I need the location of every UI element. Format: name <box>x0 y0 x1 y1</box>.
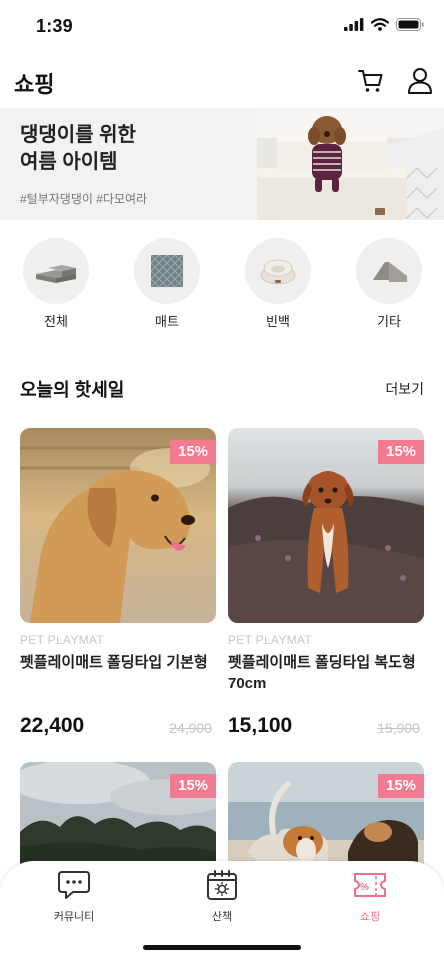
section-title: 오늘의 핫세일 <box>20 380 125 400</box>
bottom-tab-bar: 커뮤니티 산책 % 쇼핑 <box>0 861 444 961</box>
coupon-icon: % <box>354 873 386 897</box>
banner-title: 댕댕이를 위한 여름 아이템 <box>20 122 136 176</box>
banner-tags: #털부자댕댕이 #다모여라 <box>20 192 148 206</box>
promo-banner[interactable]: 댕댕이를 위한 여름 아이템 #털부자댕댕이 #다모여라 <box>0 108 444 220</box>
status-time: 1:39 <box>36 16 73 36</box>
hot-sale-header: 오늘의 핫세일 더보기 <box>0 376 444 402</box>
tab-label: 산책 <box>211 911 233 923</box>
discount-badge: 15% <box>378 440 424 464</box>
beanbag-icon <box>260 259 296 285</box>
original-price: 24,900 <box>169 720 212 736</box>
calendar-sun-icon <box>207 870 237 900</box>
status-icons <box>344 18 424 31</box>
product-price: 22,400 <box>20 714 85 737</box>
category-label: 빈백 <box>266 314 290 329</box>
tab-community[interactable]: 커뮤니티 <box>34 869 114 924</box>
category-all[interactable]: 전체 <box>22 238 90 330</box>
price-row: 15,100 15,900 <box>228 714 424 744</box>
status-bar: 1:39 <box>0 0 444 54</box>
discount-badge: 15% <box>378 774 424 798</box>
product-card[interactable]: 15% PET PLAYMAT 펫플레이매트 폴딩타입 복도형 70cm 15,… <box>228 428 424 744</box>
signal-icon <box>344 18 364 31</box>
tab-label: 쇼핑 <box>359 911 381 923</box>
home-indicator <box>143 945 301 950</box>
chat-bubble-icon <box>58 871 90 899</box>
stair-ramp-icon <box>36 265 76 283</box>
product-name: 펫플레이매트 폴딩타입 기본형 <box>20 654 208 671</box>
wifi-icon <box>371 18 389 31</box>
discount-badge: 15% <box>170 774 216 798</box>
product-photo: 15% <box>20 428 216 623</box>
product-brand: PET PLAYMAT <box>228 633 312 647</box>
category-beanbag[interactable]: 빈백 <box>244 238 312 330</box>
mat-icon <box>150 254 184 288</box>
more-link[interactable]: 더보기 <box>385 379 424 399</box>
svg-text:%: % <box>360 882 369 893</box>
user-icon <box>408 68 432 94</box>
app-header: 쇼핑 <box>0 54 444 108</box>
category-etc[interactable]: 기타 <box>355 238 423 330</box>
category-mat[interactable]: 매트 <box>133 238 201 330</box>
product-name: 펫플레이매트 폴딩타입 복도형 70cm <box>228 654 416 692</box>
product-card[interactable]: 15% PET PLAYMAT 펫플레이매트 폴딩타입 기본형 22,400 2… <box>20 428 216 744</box>
category-label: 전체 <box>44 314 68 329</box>
product-price: 15,100 <box>228 714 293 737</box>
tab-shopping[interactable]: % 쇼핑 <box>330 869 410 924</box>
category-label: 기타 <box>377 314 401 329</box>
banner-title-line1: 댕댕이를 위한 <box>20 124 136 146</box>
cart-icon <box>358 70 383 92</box>
price-row: 22,400 24,900 <box>20 714 216 744</box>
discount-badge: 15% <box>170 440 216 464</box>
category-label: 매트 <box>155 314 179 329</box>
banner-title-line2: 여름 아이템 <box>20 151 118 173</box>
category-row: 전체 매트 빈백 기타 <box>0 238 444 330</box>
original-price: 15,900 <box>377 720 420 736</box>
product-brand: PET PLAYMAT <box>20 633 104 647</box>
page-title: 쇼핑 <box>14 72 55 97</box>
tab-walk[interactable]: 산책 <box>182 869 262 924</box>
product-photo: 15% <box>228 428 424 623</box>
banner-photo <box>257 108 444 220</box>
slope-icon <box>373 262 407 282</box>
tab-label: 커뮤니티 <box>53 911 95 923</box>
cart-button[interactable] <box>358 68 384 94</box>
battery-icon <box>396 18 424 31</box>
profile-button[interactable] <box>407 67 433 95</box>
